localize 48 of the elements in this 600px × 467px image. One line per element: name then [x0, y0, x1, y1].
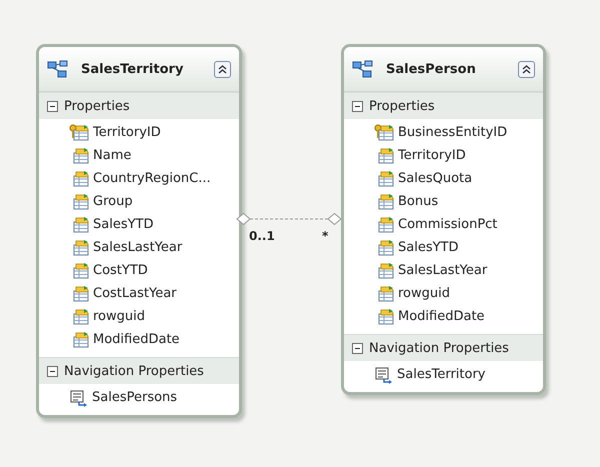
key-table-icon [374, 124, 394, 141]
association-line[interactable] [236, 212, 342, 226]
property-item[interactable]: TerritoryID [69, 121, 239, 144]
key-table-icon [69, 124, 89, 141]
property-item[interactable]: SalesYTD [69, 213, 239, 236]
collapse-button[interactable] [214, 60, 231, 78]
entity-title: SalesTerritory [81, 62, 184, 76]
multiplicity-label: 0..1 [249, 229, 275, 243]
section-header[interactable]: Navigation Properties [39, 357, 239, 384]
section-title: Navigation Properties [64, 364, 204, 378]
collapse-button[interactable] [518, 60, 535, 78]
property-item[interactable]: TerritoryID [374, 144, 543, 167]
property-item[interactable]: CommissionPct [374, 213, 543, 236]
property-item[interactable]: BusinessEntityID [374, 121, 543, 144]
property-item[interactable]: ModifiedDate [69, 328, 239, 351]
section-title: Properties [369, 98, 435, 114]
chevrons-up-icon [521, 64, 532, 74]
property-item[interactable]: SalesLastYear [69, 236, 239, 259]
navigation-property[interactable]: SalesPersons [69, 386, 239, 409]
navigation-icon [69, 388, 88, 406]
section-header[interactable]: Navigation Properties [344, 334, 543, 361]
navigation-icon [374, 366, 393, 384]
navigation-property[interactable]: SalesTerritory [374, 363, 543, 386]
property-item[interactable]: CostYTD [69, 259, 239, 282]
property-item[interactable]: SalesYTD [374, 236, 543, 259]
section-header[interactable]: Properties [344, 92, 543, 119]
section-title: Properties [64, 98, 130, 114]
collapse-icon[interactable] [352, 100, 363, 112]
section-title: Navigation Properties [369, 340, 509, 356]
property-item[interactable]: Bonus [374, 190, 543, 213]
property-item[interactable]: Group [69, 190, 239, 213]
property-item[interactable]: SalesLastYear [374, 259, 543, 282]
property-item[interactable]: Name [69, 144, 239, 167]
entity-box[interactable]: SalesTerritory Properties TerritoryID Name CountryRegionC... Group SalesYTD SalesLastYear CostYTD CostLastYear rowguid ModifiedDate Navigation Properties SalesPersons [36, 44, 242, 418]
collapse-icon[interactable] [47, 366, 58, 376]
property-item[interactable]: CostLastYear [69, 282, 239, 305]
multiplicity-label: * [322, 229, 328, 243]
collapse-icon[interactable] [47, 100, 58, 112]
collapse-icon[interactable] [352, 342, 363, 354]
chevrons-up-icon [217, 64, 228, 74]
entity-box[interactable]: SalesPerson Properties BusinessEntityID TerritoryID SalesQuota Bonus CommissionPct SalesYTD SalesLastYear rowguid ModifiedDate Navigation Properties SalesTerritory [341, 44, 546, 395]
property-item[interactable]: rowguid [69, 305, 239, 328]
section-header[interactable]: Properties [39, 92, 239, 119]
property-item[interactable]: CountryRegionC... [69, 167, 239, 190]
property-item[interactable]: ModifiedDate [374, 305, 543, 328]
property-item[interactable]: SalesQuota [374, 167, 543, 190]
property-item[interactable]: rowguid [374, 282, 543, 305]
entity-title: SalesPerson [386, 62, 477, 76]
